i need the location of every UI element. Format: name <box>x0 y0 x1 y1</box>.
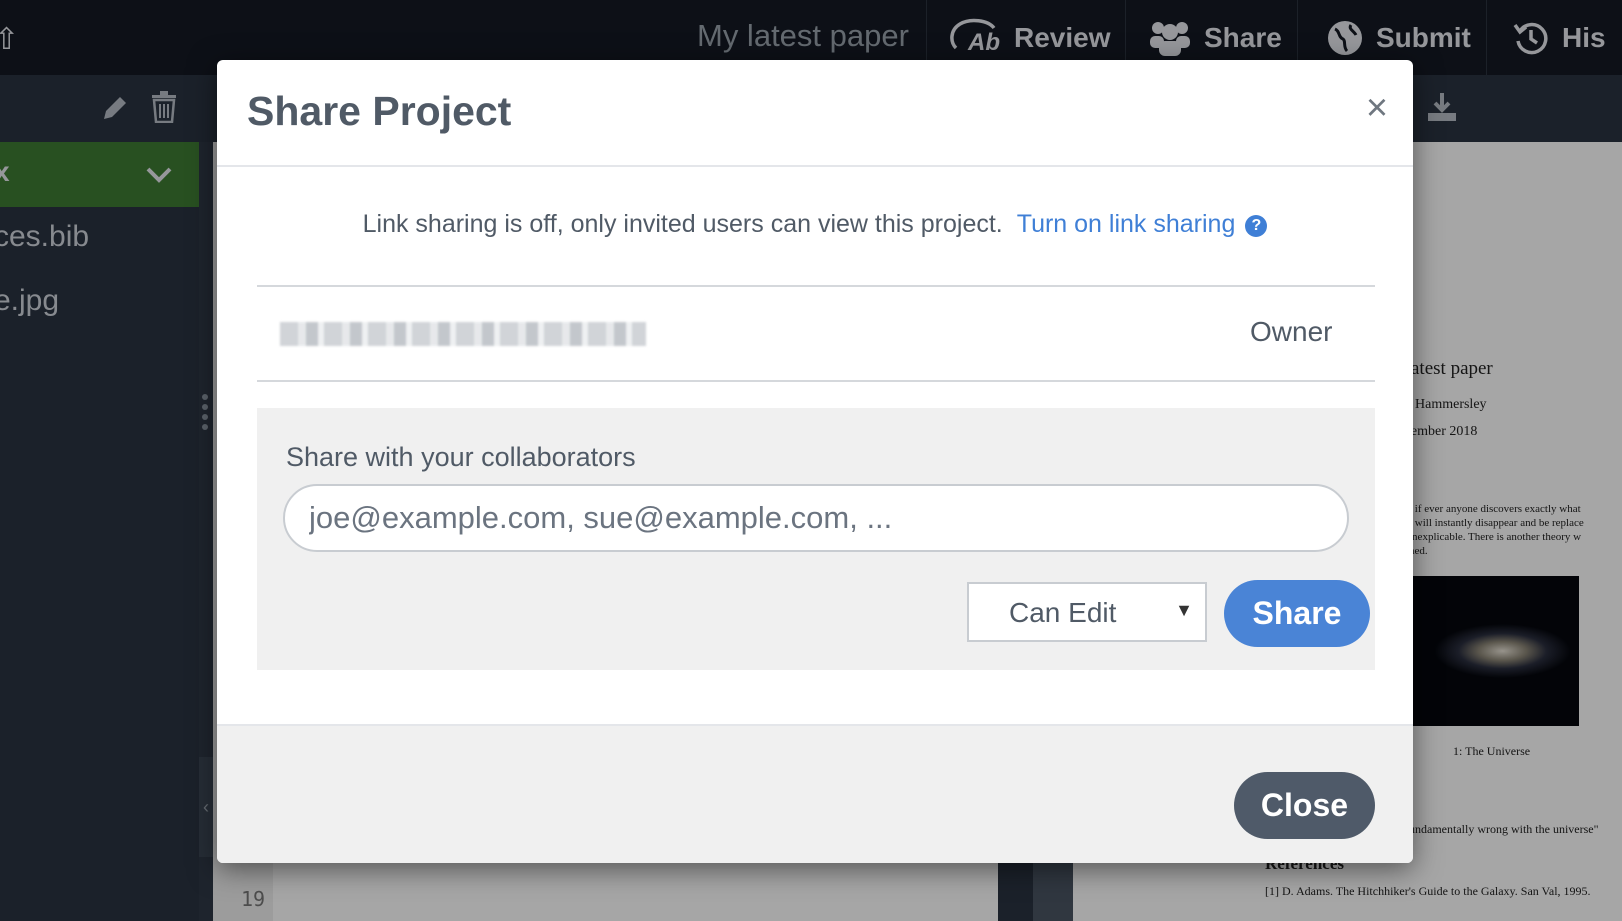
share-project-dialog: Share Project × Link sharing is off, onl… <box>217 60 1413 863</box>
collaborator-email-input[interactable] <box>283 484 1349 552</box>
divider <box>257 285 1375 287</box>
close-icon[interactable]: × <box>1357 88 1397 128</box>
collaborators-label: Share with your collaborators <box>286 442 636 472</box>
collaborator-panel: Share with your collaborators Can Edit ▼… <box>257 408 1375 670</box>
owner-email-redacted <box>280 322 646 346</box>
modal-header: Share Project × <box>217 60 1413 167</box>
owner-role: Owner <box>1250 316 1333 347</box>
modal-footer: Close <box>217 724 1413 863</box>
help-icon[interactable]: ? <box>1245 215 1268 237</box>
link-sharing-row: Link sharing is off, only invited users … <box>217 210 1413 239</box>
divider <box>257 380 1375 382</box>
permission-select[interactable]: Can Edit ▼ <box>967 582 1207 642</box>
permission-value: Can Edit <box>1009 597 1117 628</box>
turn-on-link-sharing-link[interactable]: Turn on link sharing <box>1017 210 1236 238</box>
modal-title: Share Project <box>247 88 512 134</box>
close-button[interactable]: Close <box>1234 772 1375 839</box>
link-sharing-status: Link sharing is off, only invited users … <box>362 210 1003 238</box>
share-button[interactable]: Share <box>1224 580 1370 647</box>
dropdown-arrow-icon: ▼ <box>1175 600 1193 620</box>
